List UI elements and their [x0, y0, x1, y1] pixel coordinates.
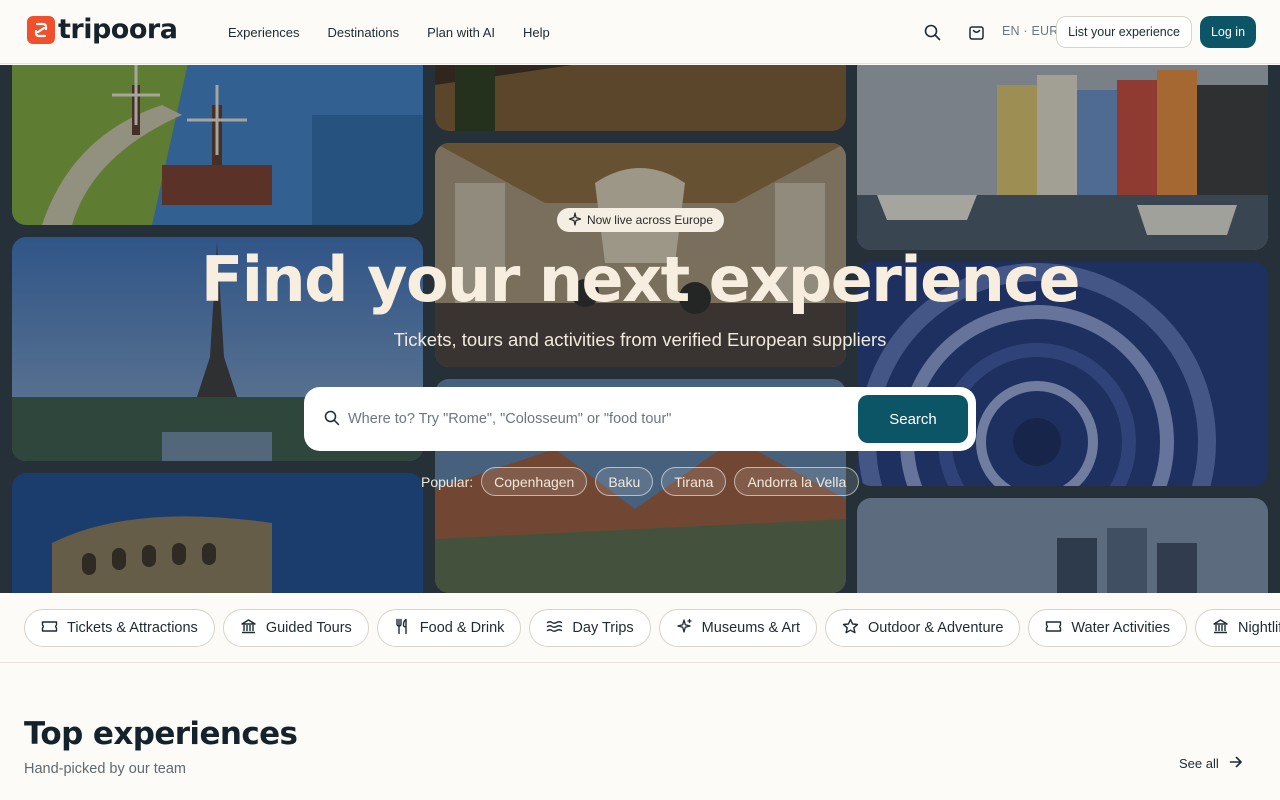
list-experience-button[interactable]: List your experience: [1056, 16, 1192, 48]
nav-plan-with-ai[interactable]: Plan with AI: [427, 25, 495, 40]
now-live-badge: Now live across Europe: [557, 208, 724, 232]
nav-help[interactable]: Help: [523, 25, 550, 40]
cart-icon[interactable]: [966, 22, 986, 42]
category-label: Food & Drink: [419, 620, 505, 636]
category-label: Tickets & Attractions: [67, 620, 198, 636]
category-water-activities[interactable]: Water Activities: [1028, 609, 1187, 647]
badge-text: Now live across Europe: [586, 213, 714, 227]
search-field-icon: [324, 410, 340, 431]
arrow-right-icon: [1229, 755, 1243, 772]
main-nav: Experiences Destinations Plan with AI He…: [228, 0, 550, 64]
brand-logo[interactable]: tripoora: [27, 14, 178, 45]
category-nightlife[interactable]: Nightlife: [1194, 609, 1280, 647]
search-button[interactable]: Search: [858, 395, 968, 443]
hero-section: Now live across Europe Find your next ex…: [0, 65, 1280, 593]
landmark-icon: [1212, 618, 1229, 639]
category-food-drink[interactable]: Food & Drink: [376, 609, 522, 647]
category-label: Nightlife: [1237, 620, 1280, 636]
section-title: Top experiences: [24, 716, 298, 752]
sparkles-icon: [676, 618, 693, 639]
category-label: Guided Tours: [265, 620, 352, 636]
popular-destinations: Popular: Copenhagen Baku Tirana Andorra …: [421, 467, 860, 496]
category-label: Water Activities: [1071, 620, 1170, 636]
popular-chip-tirana[interactable]: Tirana: [661, 467, 727, 496]
category-day-trips[interactable]: Day Trips: [529, 609, 651, 647]
hero-subtitle: Tickets, tours and activities from verif…: [393, 329, 887, 350]
category-guided-tours[interactable]: Guided Tours: [222, 609, 369, 647]
section-subtitle: Hand-picked by our team: [24, 761, 186, 777]
category-label: Outdoor & Adventure: [867, 620, 1004, 636]
category-list: Tickets & Attractions Guided Tours Food …: [24, 609, 1280, 647]
logo-icon: [27, 16, 55, 44]
search-input[interactable]: [348, 399, 848, 439]
category-tickets-attractions[interactable]: Tickets & Attractions: [24, 609, 215, 647]
login-button[interactable]: Log in: [1200, 16, 1256, 48]
popular-chip-copenhagen[interactable]: Copenhagen: [481, 467, 588, 496]
utensils-icon: [394, 618, 411, 639]
popular-label: Popular:: [421, 473, 474, 490]
see-all-label: See all: [1179, 756, 1219, 771]
top-header: tripoora Experiences Destinations Plan w…: [0, 0, 1280, 64]
ticket-icon: [41, 618, 58, 639]
star-icon: [842, 618, 859, 639]
popular-chip-andorra[interactable]: Andorra la Vella: [734, 467, 860, 496]
landmark-icon: [240, 618, 257, 639]
category-outdoor-adventure[interactable]: Outdoor & Adventure: [824, 609, 1021, 647]
category-bar: Tickets & Attractions Guided Tours Food …: [0, 593, 1280, 663]
category-label: Museums & Art: [701, 620, 800, 636]
category-museums-art[interactable]: Museums & Art: [658, 609, 817, 647]
brand-name: tripoora: [58, 14, 178, 45]
nav-experiences[interactable]: Experiences: [228, 25, 300, 40]
hero-title: Find your next experience: [200, 243, 1081, 316]
popular-chip-baku[interactable]: Baku: [595, 467, 654, 496]
waves-icon: [546, 618, 563, 639]
category-label: Day Trips: [572, 620, 634, 636]
search-icon[interactable]: [922, 22, 942, 42]
language-currency-selector[interactable]: EN · EUR: [1002, 24, 1058, 38]
ticket-icon: [1045, 618, 1062, 639]
search-bar: Search: [304, 387, 976, 451]
sparkle-icon: [568, 211, 582, 229]
see-all-link[interactable]: See all: [1179, 755, 1243, 772]
nav-destinations[interactable]: Destinations: [328, 25, 400, 40]
